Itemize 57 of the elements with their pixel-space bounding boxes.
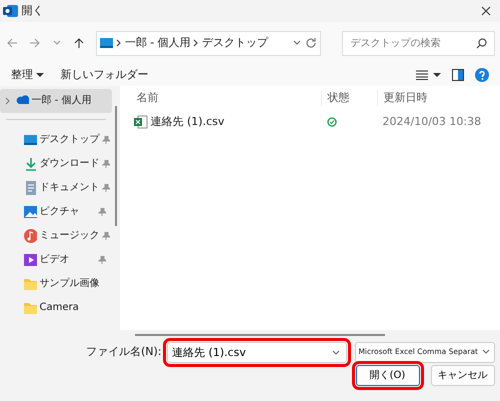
forward-arrow-icon[interactable] [28, 37, 40, 49]
sidebar-item[interactable]: ミュージック [0, 224, 112, 248]
sidebar-item[interactable]: ビデオ [0, 248, 112, 272]
preview-pane-icon[interactable] [452, 69, 464, 81]
chevron-right-icon[interactable] [4, 96, 12, 105]
sidebar-label: Camera [40, 301, 79, 316]
cancel-button[interactable]: キャンセル [430, 365, 494, 386]
caret-icon [36, 72, 44, 78]
view-menu[interactable] [416, 70, 441, 80]
address-bar[interactable]: 一郎 - 個人用 デスクトップ [96, 30, 320, 56]
search-icon[interactable] [476, 38, 486, 48]
sidebar-item[interactable]: デスクトップ [0, 128, 112, 152]
close-icon[interactable] [481, 6, 492, 16]
menu-label: 整理 [11, 66, 33, 83]
breadcrumb-item[interactable]: 一郎 - 個人用 [124, 34, 191, 52]
app-icon [2, 4, 19, 18]
sidebar-label: ミュージック [40, 229, 100, 244]
modified-date: 2024/10/03 10:38 [382, 114, 482, 130]
scrollbar-thumb[interactable] [115, 106, 117, 226]
refresh-icon[interactable] [304, 37, 317, 49]
sidebar-label: ダウンロード [40, 157, 100, 172]
chevron-right-icon [116, 39, 122, 47]
sidebar-label: 一郎 - 個人用 [32, 94, 92, 108]
chevron-right-icon [193, 39, 200, 47]
list-view-icon [416, 70, 428, 80]
monitor-icon [99, 35, 114, 51]
new-folder-button[interactable]: 新しいフォルダー [60, 66, 148, 84]
scrollbar-thumb[interactable] [135, 334, 385, 336]
help-icon[interactable] [475, 68, 489, 82]
spreadsheet-file-icon [134, 115, 148, 129]
column-header[interactable]: 更新日時 [377, 90, 489, 106]
picture-icon [22, 204, 37, 220]
sidebar-label: ドキュメント [40, 181, 100, 196]
sidebar-item[interactable]: ドキュメント [0, 176, 112, 200]
sidebar-item[interactable]: 一郎 - 個人用 [0, 88, 112, 113]
back-arrow-icon[interactable] [6, 37, 18, 49]
music-icon [22, 228, 37, 244]
caret-icon [433, 72, 441, 78]
organize-menu[interactable]: 整理 [11, 66, 44, 84]
sidebar-label: サンプル画像 [40, 276, 100, 292]
sidebar-label: デスクトップ [40, 132, 100, 148]
file-name[interactable]: 連絡先 (1).csv [150, 114, 224, 130]
up-arrow-icon[interactable] [72, 37, 84, 49]
column-header[interactable]: 状態 [321, 90, 377, 106]
window-title: 開く [22, 2, 44, 19]
video-icon [22, 252, 37, 268]
column-header[interactable]: 名前 [131, 90, 321, 106]
sidebar-label: ビデオ [40, 253, 70, 268]
sidebar-item[interactable]: サンプル画像 [0, 272, 112, 296]
field-label: ファイル名(N): [86, 344, 162, 360]
breadcrumb-item[interactable]: デスクトップ [202, 34, 268, 52]
sidebar-label: ピクチャ [40, 205, 80, 220]
sidebar-item[interactable]: ダウンロード [0, 152, 112, 176]
sidebar-item[interactable]: Camera [0, 296, 112, 320]
chevron-down-icon[interactable] [331, 348, 342, 358]
search-field[interactable]: デスクトップの検索 [342, 30, 494, 56]
sidebar-item[interactable]: ピクチャ [0, 200, 112, 224]
